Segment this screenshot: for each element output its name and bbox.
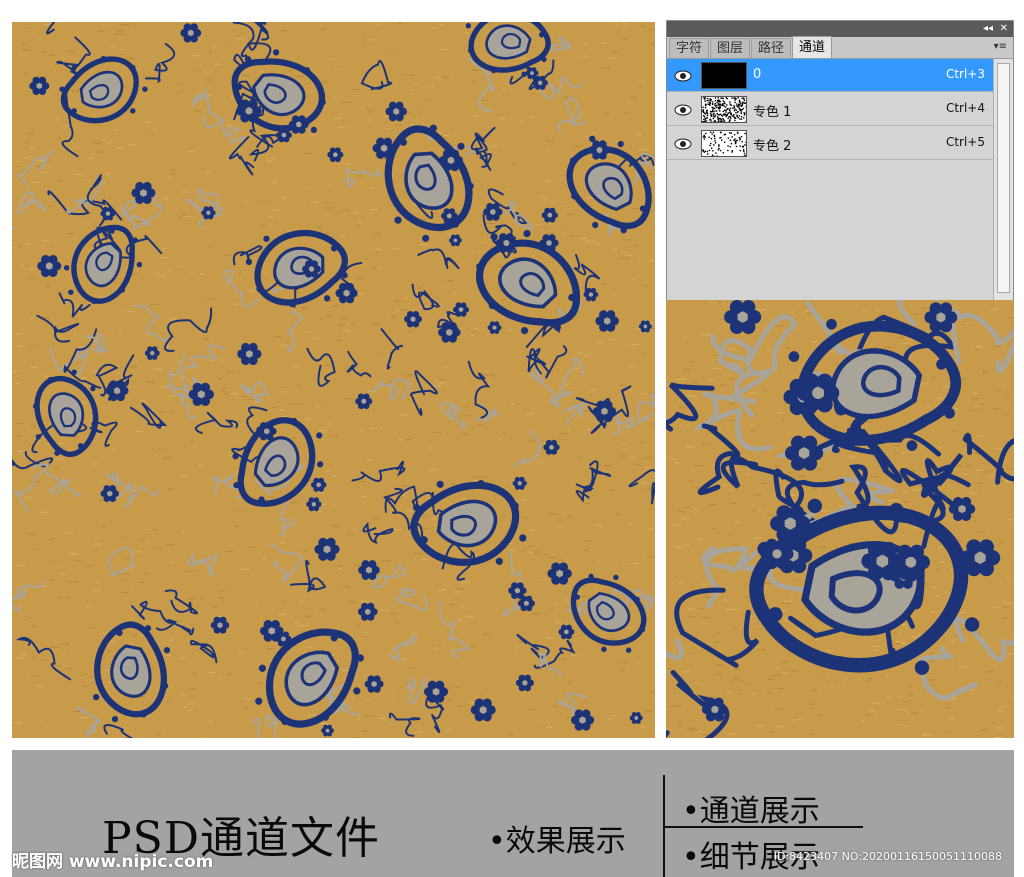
channel-row-spot-1[interactable]: 专色 1 Ctrl+4 <box>667 93 993 126</box>
double-chevron-icon[interactable]: ◂◂ <box>983 22 993 36</box>
footer-band: PSD通道文件 •效果展示 •通道展示 •细节展示 昵图网 www.nipic.… <box>12 750 1014 877</box>
tab-character[interactable]: 字符 <box>669 38 710 58</box>
channel-shortcut: Ctrl+3 <box>945 67 985 81</box>
watermark-logo: 昵图网 www.nipic.com <box>12 852 214 872</box>
pattern-preview <box>12 22 655 738</box>
channel-show-label: •通道展示 <box>682 794 820 829</box>
detail-zoom-view <box>666 300 1014 738</box>
close-icon[interactable]: ✕ <box>1000 22 1008 36</box>
scrollbar-thumb[interactable] <box>997 63 1010 293</box>
panel-titlebar: ◂◂ ✕ <box>667 21 1013 37</box>
channel-list: 0 Ctrl+3 专色 1 Ctrl+4 专色 2 Ctrl+5 <box>667 59 1013 300</box>
channel-list-scrollbar[interactable] <box>993 59 1013 300</box>
channel-name: 0 <box>753 67 762 82</box>
tab-paths[interactable]: 路径 <box>751 38 792 58</box>
tab-layers[interactable]: 图层 <box>710 38 751 58</box>
visibility-eye-icon[interactable] <box>671 134 695 154</box>
channel-shortcut: Ctrl+4 <box>945 101 985 115</box>
tab-channels[interactable]: 通道 <box>792 36 833 58</box>
channel-shortcut: Ctrl+5 <box>945 135 985 149</box>
visibility-eye-icon[interactable] <box>671 100 695 120</box>
panel-tabs: 字符 图层 路径 通道 ▾≡ <box>667 36 1013 59</box>
panel-menu-icon[interactable]: ▾≡ <box>994 41 1007 52</box>
channels-panel: ◂◂ ✕ 字符 图层 路径 通道 ▾≡ 0 Ctrl+3 专色 1 Ctrl+4 <box>666 20 1014 300</box>
channel-thumbnail <box>701 96 748 124</box>
paisley-pattern-image <box>12 22 655 738</box>
paisley-detail-image <box>666 300 1014 738</box>
watermark-id: ID:8423407 NO:20200116150051110088 <box>773 850 1002 863</box>
visibility-eye-icon[interactable] <box>671 66 695 86</box>
channel-thumbnail <box>701 130 748 157</box>
effect-label: •效果展示 <box>488 824 626 859</box>
channel-thumbnail <box>701 62 747 89</box>
channel-name: 专色 2 <box>753 139 792 154</box>
channel-row-0[interactable]: 0 Ctrl+3 <box>667 59 993 92</box>
channel-row-spot-2[interactable]: 专色 2 Ctrl+5 <box>667 127 993 160</box>
channel-name: 专色 1 <box>753 105 792 120</box>
